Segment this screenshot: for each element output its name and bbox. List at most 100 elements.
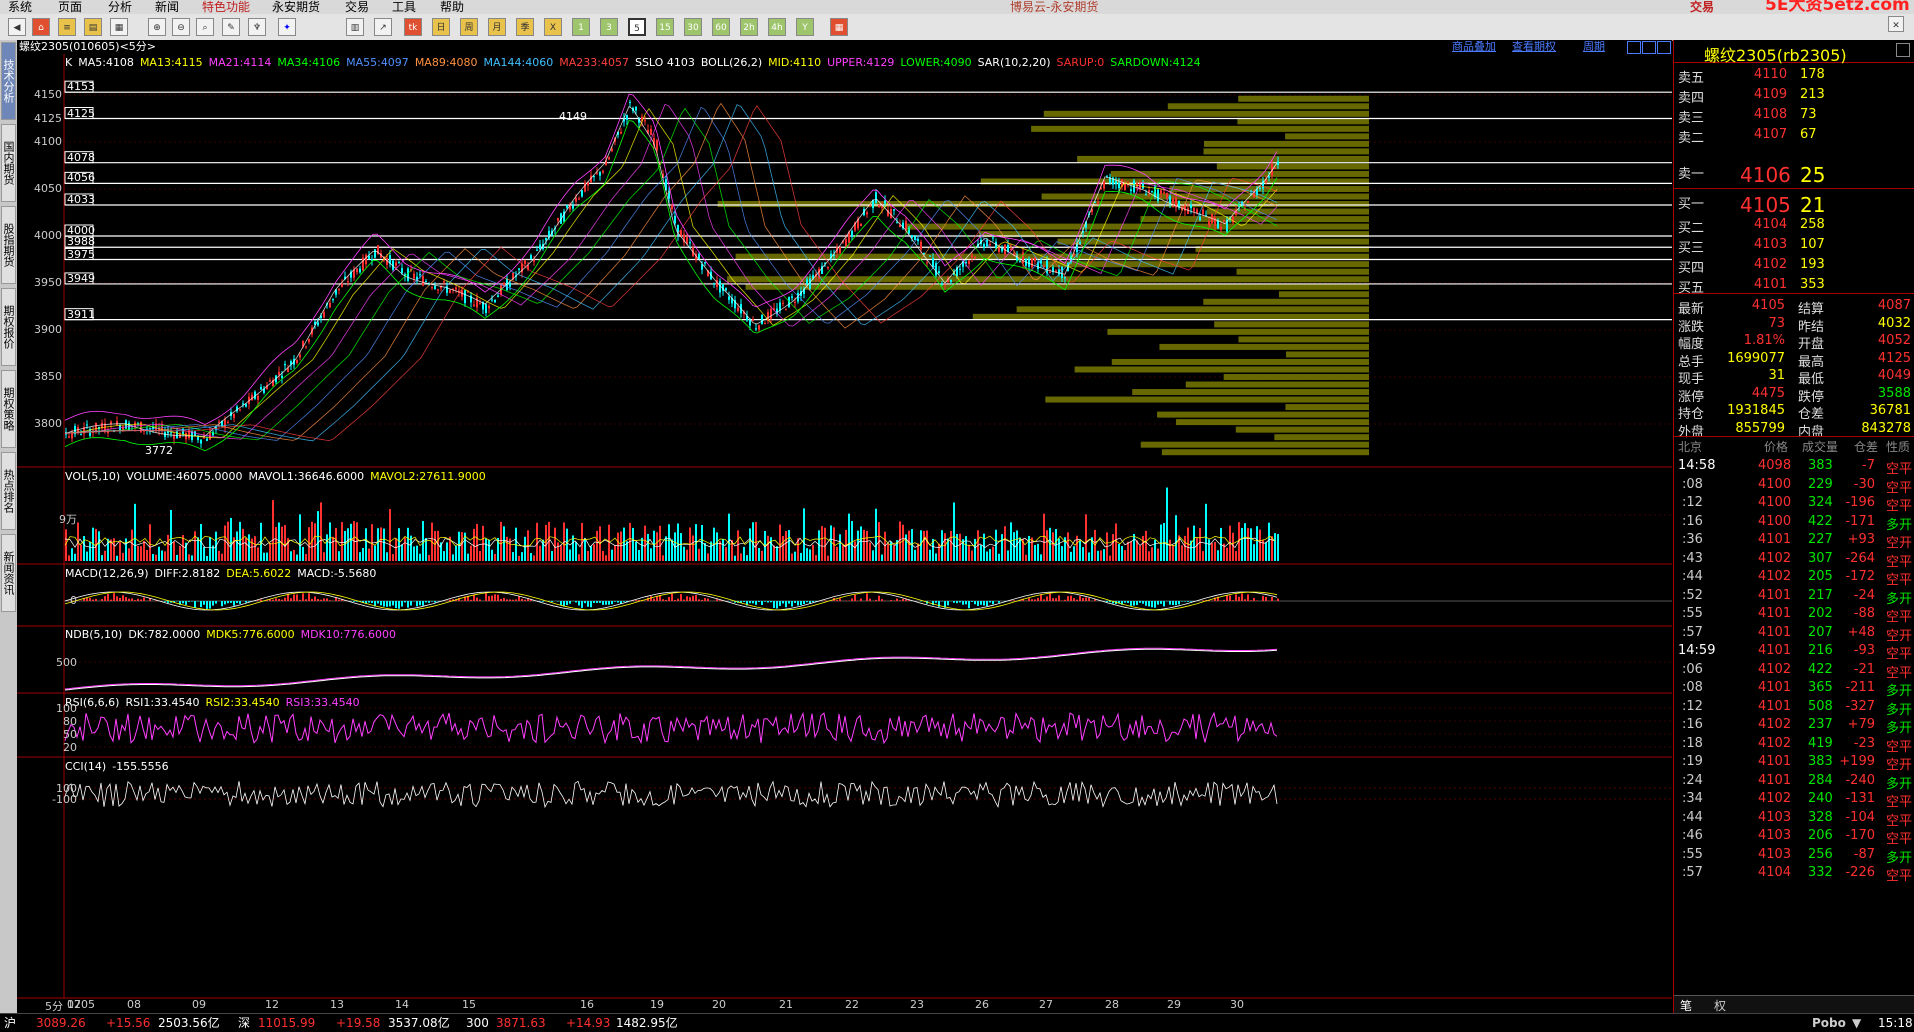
zoom-in-icon[interactable]: ⊕ [148, 18, 166, 36]
day-icon[interactable]: 日 [432, 18, 450, 36]
period-1-button[interactable]: 1 [572, 18, 590, 36]
tick-icon[interactable]: tk [404, 18, 422, 36]
doc-icon[interactable]: ▤ [84, 18, 102, 36]
volume-bar [170, 510, 172, 561]
tick-row: :084101365-211多开 [1674, 680, 1914, 698]
tab-index-futures[interactable]: 股指期货 [1, 206, 16, 284]
x-label-14: 23 [910, 998, 924, 1011]
tab-ticks[interactable]: 笔 [1680, 997, 1692, 1014]
macd-bar [1124, 601, 1126, 603]
volume-bar [458, 532, 460, 561]
month-icon[interactable]: 月 [488, 18, 506, 36]
tab-technical[interactable]: 技术分析 [1, 42, 16, 120]
menu-features[interactable]: 特色功能 [202, 0, 250, 14]
cup-icon[interactable]: ♆ [248, 18, 266, 36]
tab-option-strategy[interactable]: 期权策略 [1, 370, 16, 448]
macd-bar [704, 598, 706, 601]
period-2h-button[interactable]: 2h [740, 18, 758, 36]
macd-bar [260, 600, 262, 601]
volume-bar [1046, 530, 1048, 561]
volume-bar [437, 531, 439, 561]
period-5-button[interactable]: 5 [628, 18, 646, 36]
stat-label: 跌停 [1798, 386, 1824, 405]
back-icon[interactable]: ◀ [8, 18, 26, 36]
tab-domestic-futures[interactable]: 国内期货 [1, 124, 16, 202]
volume-bar [719, 541, 721, 561]
period-3-button[interactable]: 3 [600, 18, 618, 36]
line-chart-icon[interactable]: ↗ [374, 18, 392, 36]
candle-body [656, 140, 658, 150]
chart-icon[interactable]: ▦ [110, 18, 128, 36]
tick-time: :18 [1682, 736, 1703, 751]
tab-news[interactable]: 新闻资讯 [1, 534, 16, 612]
tick-row: :124101508-327多开 [1674, 699, 1914, 717]
stat-label: 持仓 [1678, 403, 1704, 422]
candle-body [431, 287, 433, 288]
volume-profile-bar [1157, 412, 1369, 418]
menu-tools[interactable]: 工具 [392, 0, 416, 14]
menu-news[interactable]: 新闻 [155, 0, 179, 14]
period-y-button[interactable]: Y [796, 18, 814, 36]
bid-label: 买四 [1678, 257, 1704, 276]
tick-oi-change: -23 [1854, 736, 1875, 751]
x-label-6: 13 [330, 998, 344, 1011]
tick-time: :34 [1682, 791, 1703, 806]
tick-price: 4102 [1758, 662, 1791, 677]
year-icon[interactable]: X [544, 18, 562, 36]
period-4h-button[interactable]: 4h [768, 18, 786, 36]
volume-bar [443, 551, 445, 561]
week-icon[interactable]: 周 [460, 18, 478, 36]
macd-bar [674, 600, 676, 601]
candle-body [305, 346, 307, 347]
period-60-button[interactable]: 60 [712, 18, 730, 36]
panel-toggle-icon[interactable] [1896, 43, 1910, 57]
tick-time: :46 [1682, 828, 1703, 843]
menu-system[interactable]: 系统 [8, 0, 32, 14]
macd-bar [143, 598, 145, 601]
close-icon[interactable]: ✕ [1888, 16, 1904, 32]
candle-body [578, 198, 580, 199]
menu-page[interactable]: 页面 [58, 0, 82, 14]
candle-body [473, 305, 475, 307]
volume-bar [869, 542, 871, 561]
table-icon[interactable]: ▥ [346, 18, 364, 36]
tab-rights[interactable]: 权 [1714, 997, 1726, 1014]
menu-yongan[interactable]: 永安期货 [272, 0, 320, 14]
candle-body [443, 281, 445, 282]
tab-option-quote[interactable]: 期权报价 [1, 288, 16, 366]
tick-type: 空平 [1886, 828, 1912, 847]
menu-trade[interactable]: 交易 [345, 0, 369, 14]
tab-hot-rank[interactable]: 热点排名 [1, 452, 16, 530]
season-icon[interactable]: 季 [516, 18, 534, 36]
candle-body [1163, 192, 1165, 193]
new-icon[interactable]: ✦ [278, 18, 296, 36]
macd-bar [716, 599, 718, 601]
chart-area[interactable]: 螺纹2305(010605)<5分> 商品叠加 查看期权 周期 KMA5:410… [17, 40, 1672, 1013]
volume-bar [965, 536, 967, 561]
volume-bar [254, 536, 256, 561]
home-icon[interactable]: ⌂ [32, 18, 50, 36]
volume-bar [1085, 514, 1087, 561]
list-icon[interactable]: ≡ [58, 18, 76, 36]
volume-profile-bar [718, 201, 1369, 207]
candle-body [485, 304, 487, 313]
macd-bar [1127, 601, 1129, 603]
volume-bar [575, 542, 577, 561]
macd-bar [605, 601, 607, 605]
zoom-out-icon[interactable]: ⊖ [172, 18, 190, 36]
macd-bar [1250, 600, 1252, 601]
menu-help[interactable]: 帮助 [440, 0, 464, 14]
calc-icon[interactable]: ▦ [830, 18, 848, 36]
tick-type: 空平 [1886, 606, 1912, 625]
trade-button[interactable]: 交易 [1690, 0, 1714, 14]
ask-row-5: 卖五4110178 [1674, 67, 1914, 85]
period-30-button[interactable]: 30 [684, 18, 702, 36]
macd-bar [509, 599, 511, 601]
period-15-button[interactable]: 15 [656, 18, 674, 36]
draw-icon[interactable]: ✎ [222, 18, 240, 36]
volume-bar [1112, 534, 1114, 561]
tick-time: :52 [1682, 588, 1703, 603]
candle-body [938, 271, 940, 273]
zoom-icon[interactable]: ⌕ [196, 18, 214, 36]
menu-analysis[interactable]: 分析 [108, 0, 132, 14]
